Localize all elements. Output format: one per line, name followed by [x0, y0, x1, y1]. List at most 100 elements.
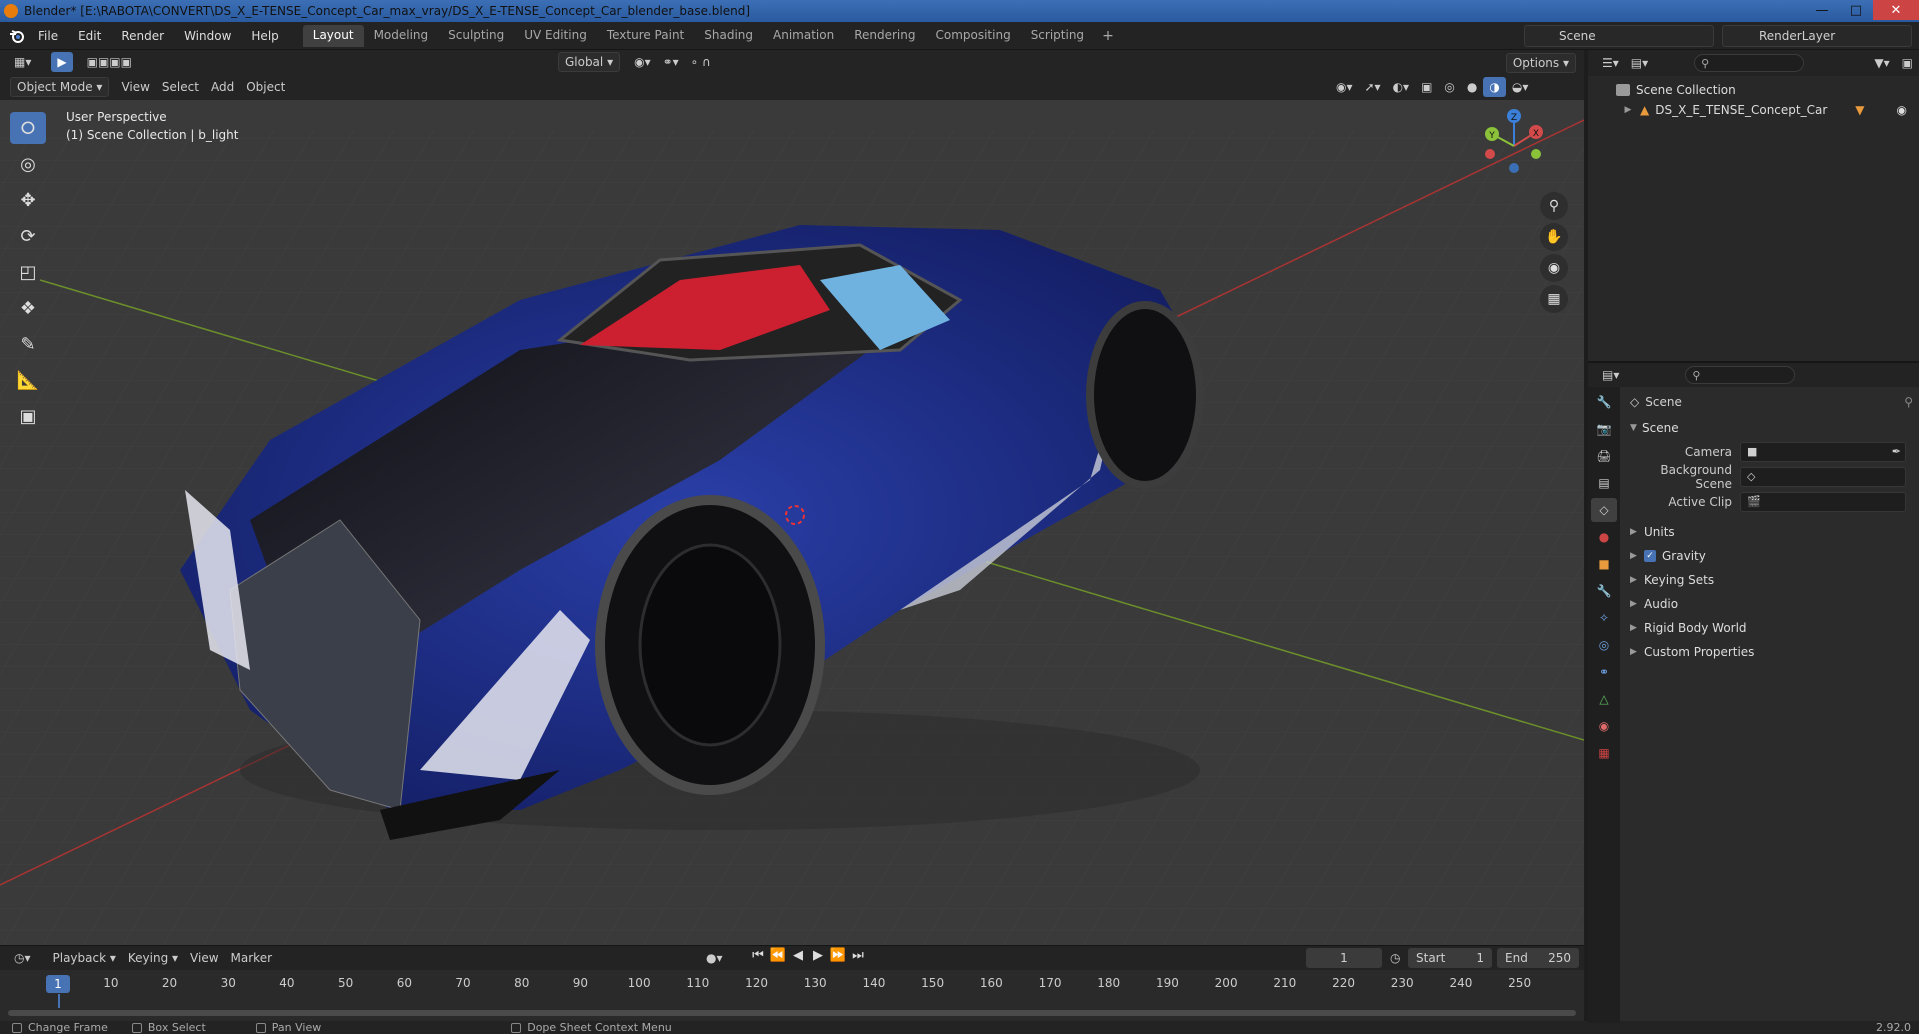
filter-icon[interactable]: ▼▾: [1868, 53, 1895, 73]
scene-panel-header[interactable]: ▼ Scene: [1624, 417, 1919, 439]
editor-type-icon[interactable]: ▦▾: [8, 52, 37, 72]
background-scene-field[interactable]: ◇: [1740, 466, 1906, 487]
pan-hand-icon[interactable]: ✋: [1540, 223, 1568, 251]
viewport-menu-view[interactable]: View: [115, 77, 155, 97]
custom-properties-panel[interactable]: ▶ Custom Properties: [1624, 640, 1919, 664]
play-reverse-icon[interactable]: ◀: [788, 948, 808, 963]
move-tool-icon[interactable]: ✥: [10, 184, 46, 216]
prev-keyframe-icon[interactable]: ⏪: [768, 948, 788, 963]
menu-file[interactable]: File: [28, 29, 68, 43]
timeline-scrollbar[interactable]: [8, 1010, 1576, 1016]
preview-range-icon[interactable]: ◷: [1384, 948, 1406, 968]
current-frame-field[interactable]: 1: [1306, 948, 1382, 968]
keying-sets-panel[interactable]: ▶ Keying Sets: [1624, 568, 1919, 592]
expand-arrow-icon[interactable]: ▶: [1622, 105, 1634, 115]
rotate-tool-icon[interactable]: ⟳: [10, 220, 46, 252]
navigation-gizmo[interactable]: Z X Y: [1474, 106, 1554, 186]
select-mode-icons[interactable]: ▣▣▣▣: [81, 52, 138, 72]
tab-layout[interactable]: Layout: [302, 24, 364, 47]
timeline-menu-marker[interactable]: Marker: [225, 948, 278, 968]
menu-edit[interactable]: Edit: [68, 29, 111, 43]
tab-scripting[interactable]: Scripting: [1021, 25, 1094, 47]
proportional-edit-icon[interactable]: ∘ ∩: [685, 52, 717, 72]
tab-texture-paint[interactable]: Texture Paint: [597, 25, 694, 47]
tab-compositing[interactable]: Compositing: [925, 25, 1020, 47]
minimize-button[interactable]: —: [1805, 0, 1839, 20]
properties-editor-type-icon[interactable]: ▤▾: [1596, 365, 1625, 385]
viewport-menu-add[interactable]: Add: [205, 77, 240, 97]
3d-viewport[interactable]: ▦▾ ▶ ▣▣▣▣ Global ▾ ◉▾ ⚭▾ ∘ ∩ Options ▾ O…: [0, 50, 1584, 945]
pin-icon[interactable]: ⚲: [1904, 395, 1913, 409]
menu-window[interactable]: Window: [174, 29, 241, 43]
output-tab-icon[interactable]: 🖨: [1591, 444, 1617, 468]
maximize-button[interactable]: □: [1839, 0, 1873, 20]
gravity-panel[interactable]: ▶ ✓ Gravity: [1624, 544, 1919, 568]
scale-tool-icon[interactable]: ◰: [10, 256, 46, 288]
perspective-toggle-icon[interactable]: ▦: [1540, 285, 1568, 313]
playhead-frame-badge[interactable]: 1: [46, 975, 70, 993]
transform-tool-icon[interactable]: ❖: [10, 292, 46, 324]
visibility-icon[interactable]: ◉▾: [1330, 77, 1359, 97]
select-tool-icon[interactable]: ▶: [51, 52, 73, 72]
add-workspace-button[interactable]: +: [1094, 25, 1122, 47]
render-layer-selector[interactable]: RenderLayer: [1722, 25, 1912, 47]
options-dropdown[interactable]: Options ▾: [1505, 53, 1576, 73]
display-mode-icon[interactable]: ▤▾: [1625, 53, 1654, 73]
constraints-tab-icon[interactable]: ⚭: [1591, 660, 1617, 684]
jump-end-icon[interactable]: ⏭: [848, 948, 868, 963]
wireframe-shading-icon[interactable]: ◎: [1438, 77, 1460, 97]
outliner-search-input[interactable]: ⚲: [1694, 54, 1805, 72]
audio-panel[interactable]: ▶ Audio: [1624, 592, 1919, 616]
outliner-editor-type-icon[interactable]: ☰▾: [1596, 53, 1625, 73]
tab-modeling[interactable]: Modeling: [364, 25, 439, 47]
rendered-shading-icon[interactable]: ◒▾: [1506, 77, 1535, 97]
outliner-scene-collection[interactable]: Scene Collection: [1588, 80, 1919, 100]
blender-menu-icon[interactable]: [6, 26, 28, 46]
zoom-icon[interactable]: ⚲: [1540, 192, 1568, 220]
gravity-checkbox[interactable]: ✓: [1644, 550, 1656, 562]
viewport-menu-object[interactable]: Object: [240, 77, 291, 97]
jump-start-icon[interactable]: ⏮: [748, 948, 768, 963]
tab-animation[interactable]: Animation: [763, 25, 844, 47]
cursor-tool-icon[interactable]: ◎: [10, 148, 46, 180]
gizmo-icon[interactable]: ➚▾: [1359, 77, 1387, 97]
menu-render[interactable]: Render: [111, 29, 174, 43]
end-frame-field[interactable]: End 250: [1497, 948, 1579, 968]
menu-help[interactable]: Help: [241, 29, 288, 43]
select-box-tool-icon[interactable]: ⭘: [10, 112, 46, 144]
camera-field[interactable]: ■ ✒: [1740, 441, 1906, 462]
camera-view-icon[interactable]: ◉: [1540, 254, 1568, 282]
tab-rendering[interactable]: Rendering: [844, 25, 925, 47]
tab-uv-editing[interactable]: UV Editing: [514, 25, 597, 47]
annotate-tool-icon[interactable]: ✎: [10, 328, 46, 360]
active-clip-field[interactable]: 🎬: [1740, 491, 1906, 512]
solid-shading-icon[interactable]: ●: [1461, 77, 1483, 97]
scene-tab-icon[interactable]: ◇: [1591, 498, 1617, 522]
play-icon[interactable]: ▶: [808, 948, 828, 963]
particles-tab-icon[interactable]: ✧: [1591, 606, 1617, 630]
tool-tab-icon[interactable]: 🔧: [1591, 390, 1617, 414]
add-cube-tool-icon[interactable]: ▣: [10, 400, 46, 432]
properties-search-input[interactable]: ⚲: [1685, 366, 1796, 384]
timeline-menu-playback[interactable]: Playback ▾: [47, 948, 122, 968]
timeline-editor[interactable]: ◷▾ Playback ▾ Keying ▾ View Marker ●▾ ⏮ …: [0, 945, 1584, 1021]
texture-tab-icon[interactable]: ▦: [1591, 741, 1617, 765]
close-button[interactable]: ✕: [1873, 0, 1919, 20]
frame-ruler[interactable]: 1 10 20 30 40 50 60 70 80 90 100 110 120 130 140 150 16…: [0, 972, 1584, 994]
transform-orientation-dropdown[interactable]: Global ▾: [557, 52, 621, 72]
material-shading-icon[interactable]: ◑: [1483, 77, 1506, 97]
render-tab-icon[interactable]: 📷: [1591, 417, 1617, 441]
snap-icon[interactable]: ⚭▾: [657, 52, 685, 72]
new-collection-icon[interactable]: ▣: [1896, 53, 1919, 73]
xray-icon[interactable]: ▣: [1415, 77, 1438, 97]
units-panel[interactable]: ▶ Units: [1624, 520, 1919, 544]
scene-selector[interactable]: Scene: [1524, 25, 1714, 47]
object-tab-icon[interactable]: ■: [1591, 552, 1617, 576]
tab-shading[interactable]: Shading: [694, 25, 763, 47]
pivot-icon[interactable]: ◉▾: [628, 52, 657, 72]
view-layer-tab-icon[interactable]: ▤: [1591, 471, 1617, 495]
eyedropper-icon[interactable]: ✒: [1892, 445, 1901, 458]
physics-tab-icon[interactable]: ◎: [1591, 633, 1617, 657]
modifier-tab-icon[interactable]: 🔧: [1591, 579, 1617, 603]
object-mode-dropdown[interactable]: Object Mode ▾: [10, 77, 110, 97]
